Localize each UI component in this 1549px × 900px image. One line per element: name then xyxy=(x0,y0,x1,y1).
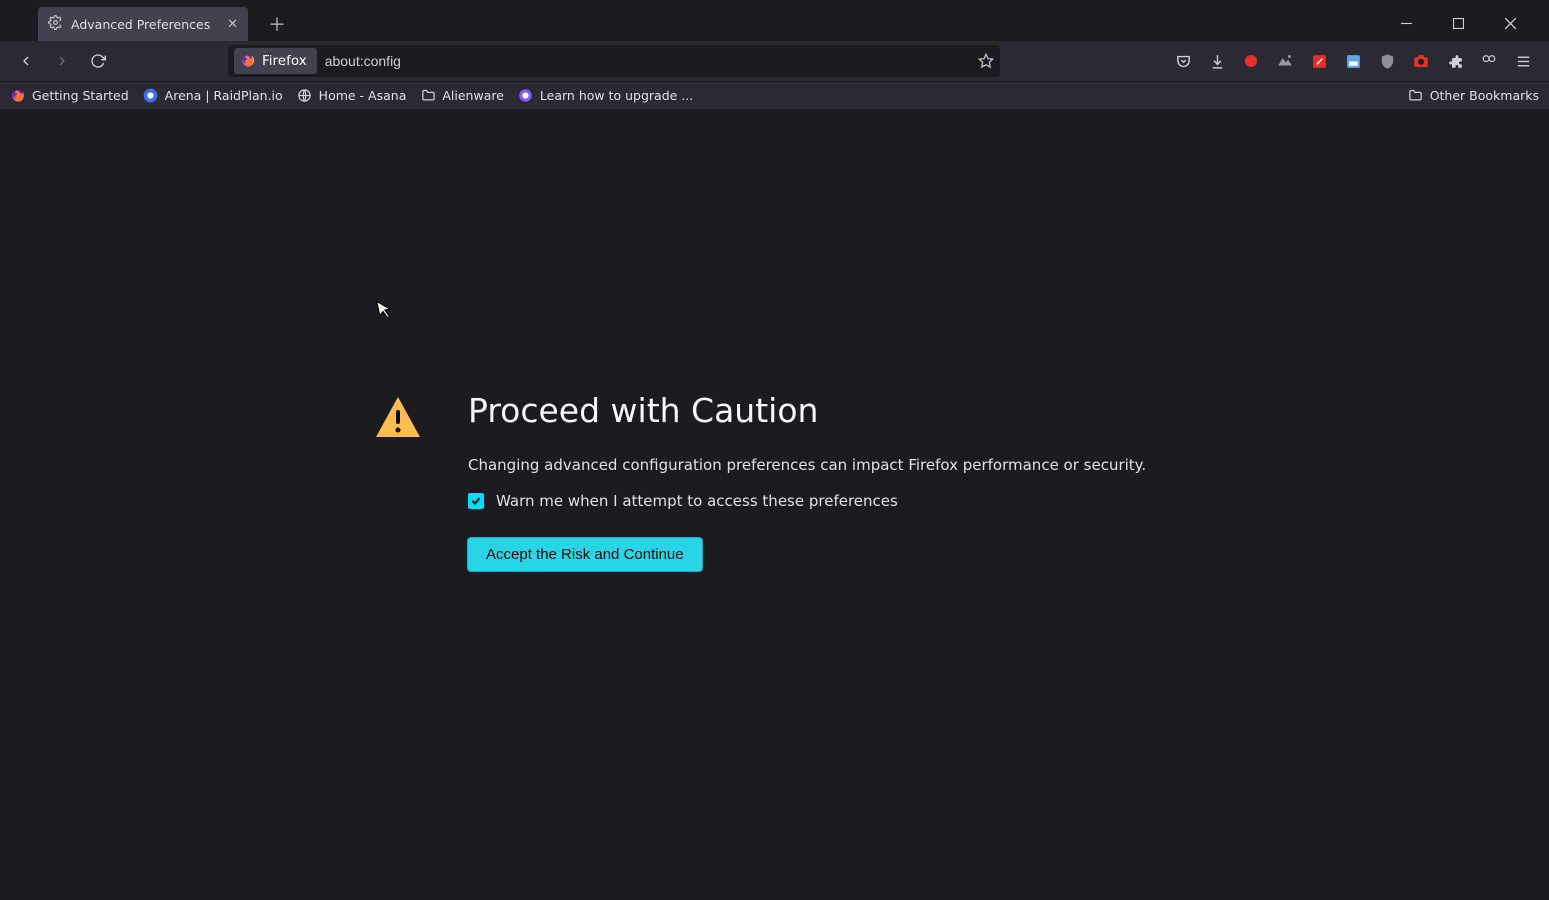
globe-icon xyxy=(297,88,313,104)
warning-title: Proceed with Caution xyxy=(468,391,1146,430)
app-menu-button[interactable] xyxy=(1513,51,1533,71)
warn-checkbox-label: Warn me when I attempt to access these p… xyxy=(496,492,898,510)
bookmark-learn-upgrade[interactable]: Learn how to upgrade ... xyxy=(518,88,693,104)
identity-label: Firefox xyxy=(262,53,307,69)
firefox-icon xyxy=(10,88,26,104)
bookmark-label: Home - Asana xyxy=(319,88,407,103)
extension-icon-gray[interactable] xyxy=(1275,51,1295,71)
cursor-icon xyxy=(376,298,395,324)
reload-button[interactable] xyxy=(82,45,114,77)
extensions-puzzle-icon[interactable] xyxy=(1445,51,1465,71)
gamepad-icon[interactable] xyxy=(1479,51,1499,71)
page-content: Proceed with Caution Changing advanced c… xyxy=(0,109,1549,900)
toolbar-extensions xyxy=(1173,51,1539,71)
warn-checkbox[interactable] xyxy=(468,493,484,509)
pocket-icon[interactable] xyxy=(1173,51,1193,71)
accept-risk-button[interactable]: Accept the Risk and Continue xyxy=(468,538,702,571)
gear-icon xyxy=(48,15,63,33)
back-button[interactable] xyxy=(10,45,42,77)
titlebar: Advanced Preferences ✕ ＋ xyxy=(0,0,1549,41)
toolbar: Firefox xyxy=(0,41,1549,81)
camera-icon[interactable] xyxy=(1411,51,1431,71)
other-bookmarks-label: Other Bookmarks xyxy=(1430,88,1539,103)
extension-icon-red[interactable] xyxy=(1241,51,1261,71)
url-bar[interactable]: Firefox xyxy=(228,45,1000,77)
tab-title: Advanced Preferences xyxy=(71,17,210,32)
bookmark-label: Alienware xyxy=(442,88,504,103)
forward-button[interactable] xyxy=(46,45,78,77)
extension-icon-redsquare[interactable] xyxy=(1309,51,1329,71)
site-icon xyxy=(518,88,534,104)
warning-description: Changing advanced configuration preferen… xyxy=(468,456,1146,474)
extension-icon-blue[interactable] xyxy=(1343,51,1363,71)
bookmark-arena-raidplan[interactable]: Arena | RaidPlan.io xyxy=(143,88,283,104)
bookmark-getting-started[interactable]: Getting Started xyxy=(10,88,129,104)
bookmark-label: Learn how to upgrade ... xyxy=(540,88,693,103)
identity-box[interactable]: Firefox xyxy=(234,48,317,74)
shield-icon[interactable] xyxy=(1377,51,1397,71)
bookmark-label: Arena | RaidPlan.io xyxy=(165,88,283,103)
about-config-warning: Proceed with Caution Changing advanced c… xyxy=(374,391,1146,571)
bookmark-star-button[interactable] xyxy=(978,53,994,69)
downloads-icon[interactable] xyxy=(1207,51,1227,71)
tab-advanced-preferences[interactable]: Advanced Preferences ✕ xyxy=(38,7,248,41)
folder-icon xyxy=(420,88,436,104)
bookmark-home-asana[interactable]: Home - Asana xyxy=(297,88,407,104)
bookmarks-toolbar: Getting Started Arena | RaidPlan.io Home… xyxy=(0,81,1549,109)
site-icon xyxy=(143,88,159,104)
firefox-icon xyxy=(240,53,256,69)
minimize-button[interactable] xyxy=(1389,9,1423,37)
bookmark-alienware[interactable]: Alienware xyxy=(420,88,504,104)
tab-strip: Advanced Preferences ✕ ＋ xyxy=(0,7,1389,41)
tab-close-button[interactable]: ✕ xyxy=(227,17,238,32)
new-tab-button[interactable]: ＋ xyxy=(263,10,291,38)
folder-icon xyxy=(1408,88,1424,104)
window-controls xyxy=(1389,9,1549,41)
maximize-button[interactable] xyxy=(1441,9,1475,37)
close-window-button[interactable] xyxy=(1493,9,1527,37)
url-input[interactable] xyxy=(325,53,970,69)
other-bookmarks[interactable]: Other Bookmarks xyxy=(1408,88,1539,104)
bookmark-label: Getting Started xyxy=(32,88,129,103)
warning-icon xyxy=(374,395,422,571)
